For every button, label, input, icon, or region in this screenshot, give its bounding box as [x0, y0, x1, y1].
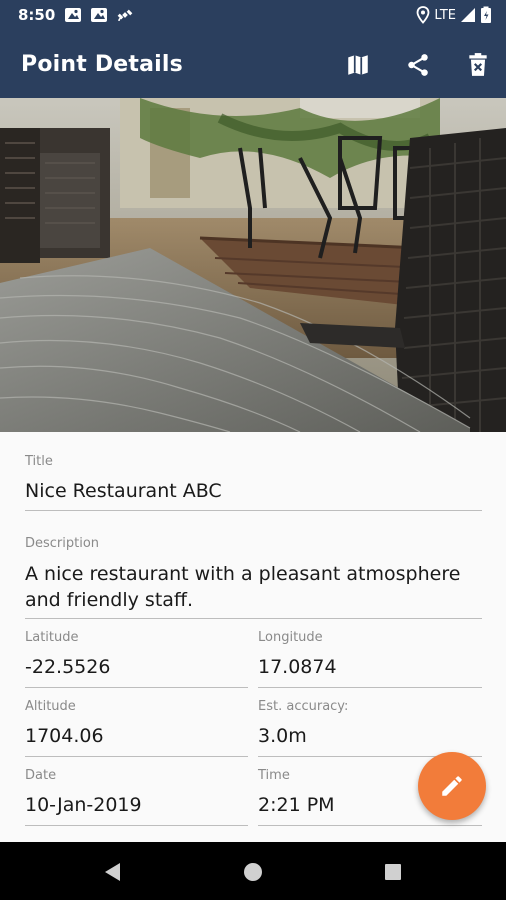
description-underline — [25, 618, 482, 619]
location-icon — [416, 6, 430, 24]
map-button[interactable] — [343, 50, 373, 80]
description-field[interactable]: Description A nice restaurant with a ple… — [25, 535, 482, 619]
app-bar: Point Details — [0, 32, 506, 98]
map-notification-icon — [65, 8, 81, 22]
notification-icons — [64, 6, 134, 24]
accuracy-label: Est. accuracy: — [258, 699, 349, 714]
share-icon — [408, 54, 428, 76]
latitude-label: Latitude — [25, 630, 79, 645]
altitude-field[interactable]: Altitude 1704.06 — [25, 698, 248, 757]
description-value[interactable]: A nice restaurant with a pleasant atmosp… — [25, 561, 482, 613]
status-time: 8:50 — [18, 6, 56, 24]
time-underline — [258, 825, 482, 826]
description-label: Description — [25, 536, 100, 551]
accuracy-value[interactable]: 3.0m — [258, 724, 482, 749]
point-photo[interactable] — [0, 98, 506, 432]
battery-icon — [481, 6, 491, 23]
altitude-label: Altitude — [25, 699, 76, 714]
date-underline — [25, 825, 248, 826]
title-value[interactable]: Nice Restaurant ABC — [25, 479, 482, 504]
altitude-underline — [25, 756, 248, 757]
latitude-underline — [25, 687, 248, 688]
latitude-field[interactable]: Latitude -22.5526 — [25, 629, 248, 688]
status-right: LTE — [416, 6, 492, 24]
delete-button[interactable] — [463, 50, 493, 80]
date-label: Date — [25, 768, 57, 783]
edit-button[interactable] — [418, 752, 486, 820]
altitude-value[interactable]: 1704.06 — [25, 724, 248, 749]
share-button[interactable] — [403, 50, 433, 80]
latitude-value[interactable]: -22.5526 — [25, 655, 248, 680]
delete-icon — [469, 53, 487, 76]
edit-pencil-icon — [442, 776, 462, 796]
page-title: Point Details — [21, 52, 183, 77]
network-type: LTE — [434, 7, 456, 23]
recents-icon[interactable] — [382, 861, 404, 883]
system-nav-bar — [0, 842, 506, 900]
date-value[interactable]: 10-Jan-2019 — [25, 793, 248, 818]
home-icon[interactable] — [242, 861, 264, 883]
satellite-icon — [117, 9, 133, 22]
accuracy-field[interactable]: Est. accuracy: 3.0m — [258, 698, 482, 757]
map-icon — [348, 55, 368, 75]
longitude-label: Longitude — [258, 630, 323, 645]
longitude-value[interactable]: 17.0874 — [258, 655, 482, 680]
signal-icon — [461, 8, 475, 22]
map-notification-icon — [91, 8, 107, 22]
title-underline — [25, 510, 482, 511]
restaurant-patio-photo — [0, 98, 506, 432]
longitude-underline — [258, 687, 482, 688]
title-field[interactable]: Title Nice Restaurant ABC — [25, 453, 482, 511]
title-label: Title — [25, 454, 53, 469]
back-icon[interactable] — [102, 861, 124, 883]
date-field[interactable]: Date 10-Jan-2019 — [25, 767, 248, 826]
status-bar: 8:50 LTE — [0, 0, 506, 32]
longitude-field[interactable]: Longitude 17.0874 — [258, 629, 482, 688]
